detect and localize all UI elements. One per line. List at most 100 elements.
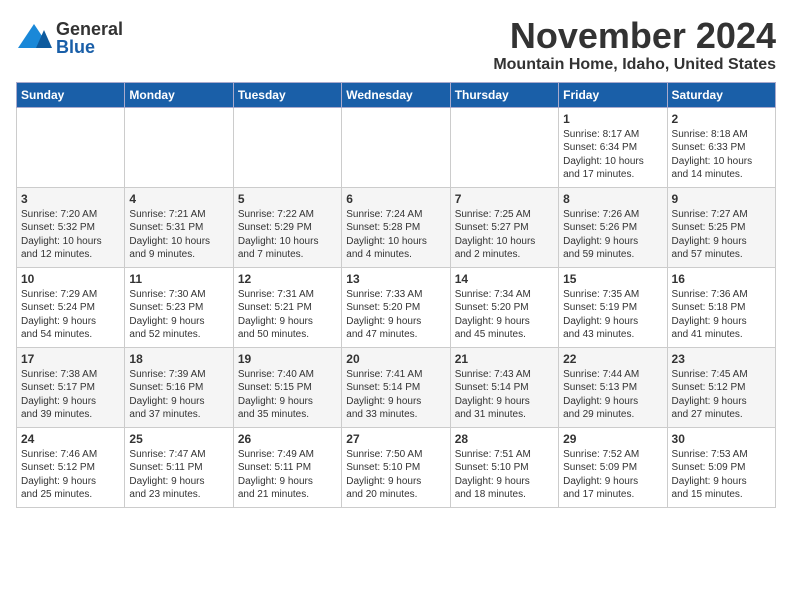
calendar-cell: 24 Sunrise: 7:46 AM Sunset: 5:12 PM Dayli… <box>17 427 125 507</box>
calendar-cell: 21 Sunrise: 7:43 AM Sunset: 5:14 PM Dayli… <box>450 347 558 427</box>
calendar-cell <box>125 107 233 187</box>
day-number: 19 <box>238 352 337 366</box>
header: General Blue November 2024 Mountain Home… <box>16 16 776 74</box>
calendar-cell <box>17 107 125 187</box>
calendar-cell: 18 Sunrise: 7:39 AM Sunset: 5:16 PM Dayli… <box>125 347 233 427</box>
day-number: 28 <box>455 432 554 446</box>
day-info: Sunrise: 7:24 AM Sunset: 5:28 PM Dayligh… <box>346 208 445 262</box>
calendar-cell <box>450 107 558 187</box>
day-info: Sunrise: 7:33 AM Sunset: 5:20 PM Dayligh… <box>346 288 445 342</box>
calendar-cell: 7 Sunrise: 7:25 AM Sunset: 5:27 PM Daylig… <box>450 187 558 267</box>
day-number: 14 <box>455 272 554 286</box>
day-info: Sunrise: 7:29 AM Sunset: 5:24 PM Dayligh… <box>21 288 120 342</box>
day-number: 8 <box>563 192 662 206</box>
day-info: Sunrise: 7:20 AM Sunset: 5:32 PM Dayligh… <box>21 208 120 262</box>
day-number: 2 <box>672 112 771 126</box>
day-number: 30 <box>672 432 771 446</box>
day-info: Sunrise: 7:51 AM Sunset: 5:10 PM Dayligh… <box>455 448 554 502</box>
day-info: Sunrise: 7:35 AM Sunset: 5:19 PM Dayligh… <box>563 288 662 342</box>
calendar-cell: 14 Sunrise: 7:34 AM Sunset: 5:20 PM Dayli… <box>450 267 558 347</box>
day-number: 18 <box>129 352 228 366</box>
calendar-cell: 30 Sunrise: 7:53 AM Sunset: 5:09 PM Dayli… <box>667 427 775 507</box>
day-number: 9 <box>672 192 771 206</box>
calendar-cell: 27 Sunrise: 7:50 AM Sunset: 5:10 PM Dayli… <box>342 427 450 507</box>
logo-text: General Blue <box>56 20 123 56</box>
calendar-cell: 9 Sunrise: 7:27 AM Sunset: 5:25 PM Daylig… <box>667 187 775 267</box>
day-info: Sunrise: 7:41 AM Sunset: 5:14 PM Dayligh… <box>346 368 445 422</box>
day-info: Sunrise: 7:21 AM Sunset: 5:31 PM Dayligh… <box>129 208 228 262</box>
day-number: 15 <box>563 272 662 286</box>
calendar-cell: 19 Sunrise: 7:40 AM Sunset: 5:15 PM Dayli… <box>233 347 341 427</box>
calendar-cell: 8 Sunrise: 7:26 AM Sunset: 5:26 PM Daylig… <box>559 187 667 267</box>
location-title: Mountain Home, Idaho, United States <box>493 56 776 74</box>
day-info: Sunrise: 7:44 AM Sunset: 5:13 PM Dayligh… <box>563 368 662 422</box>
day-info: Sunrise: 7:49 AM Sunset: 5:11 PM Dayligh… <box>238 448 337 502</box>
day-info: Sunrise: 7:25 AM Sunset: 5:27 PM Dayligh… <box>455 208 554 262</box>
day-number: 12 <box>238 272 337 286</box>
day-number: 13 <box>346 272 445 286</box>
day-info: Sunrise: 7:26 AM Sunset: 5:26 PM Dayligh… <box>563 208 662 262</box>
day-number: 1 <box>563 112 662 126</box>
day-info: Sunrise: 8:17 AM Sunset: 6:34 PM Dayligh… <box>563 128 662 182</box>
day-number: 6 <box>346 192 445 206</box>
calendar-cell: 16 Sunrise: 7:36 AM Sunset: 5:18 PM Dayli… <box>667 267 775 347</box>
day-info: Sunrise: 7:38 AM Sunset: 5:17 PM Dayligh… <box>21 368 120 422</box>
calendar-cell: 5Sunrise: 7:22 AM Sunset: 5:29 PM Daylig… <box>233 187 341 267</box>
day-info: Sunrise: 7:34 AM Sunset: 5:20 PM Dayligh… <box>455 288 554 342</box>
day-info: Sunrise: 7:27 AM Sunset: 5:25 PM Dayligh… <box>672 208 771 262</box>
day-info: Sunrise: 7:45 AM Sunset: 5:12 PM Dayligh… <box>672 368 771 422</box>
weekday-header-wednesday: Wednesday <box>342 82 450 107</box>
day-info: Sunrise: 7:40 AM Sunset: 5:15 PM Dayligh… <box>238 368 337 422</box>
day-number: 22 <box>563 352 662 366</box>
month-title: November 2024 <box>493 16 776 56</box>
weekday-header-tuesday: Tuesday <box>233 82 341 107</box>
calendar-cell: 2 Sunrise: 8:18 AM Sunset: 6:33 PM Daylig… <box>667 107 775 187</box>
day-number: 21 <box>455 352 554 366</box>
day-info: Sunrise: 7:31 AM Sunset: 5:21 PM Dayligh… <box>238 288 337 342</box>
day-info: Sunrise: 7:53 AM Sunset: 5:09 PM Dayligh… <box>672 448 771 502</box>
calendar-cell: 11Sunrise: 7:30 AM Sunset: 5:23 PM Dayli… <box>125 267 233 347</box>
day-number: 29 <box>563 432 662 446</box>
title-area: November 2024 Mountain Home, Idaho, Unit… <box>493 16 776 74</box>
calendar-cell: 20 Sunrise: 7:41 AM Sunset: 5:14 PM Dayli… <box>342 347 450 427</box>
day-info: Sunrise: 7:46 AM Sunset: 5:12 PM Dayligh… <box>21 448 120 502</box>
calendar-cell: 23 Sunrise: 7:45 AM Sunset: 5:12 PM Dayli… <box>667 347 775 427</box>
calendar-cell: 17 Sunrise: 7:38 AM Sunset: 5:17 PM Dayli… <box>17 347 125 427</box>
day-info: Sunrise: 7:52 AM Sunset: 5:09 PM Dayligh… <box>563 448 662 502</box>
calendar-table: SundayMondayTuesdayWednesdayThursdayFrid… <box>16 82 776 508</box>
day-number: 7 <box>455 192 554 206</box>
day-number: 16 <box>672 272 771 286</box>
day-number: 17 <box>21 352 120 366</box>
day-number: 25 <box>129 432 228 446</box>
calendar-cell: 4Sunrise: 7:21 AM Sunset: 5:31 PM Daylig… <box>125 187 233 267</box>
day-info: Sunrise: 7:36 AM Sunset: 5:18 PM Dayligh… <box>672 288 771 342</box>
calendar-cell: 28 Sunrise: 7:51 AM Sunset: 5:10 PM Dayli… <box>450 427 558 507</box>
day-number: 20 <box>346 352 445 366</box>
day-info: Sunrise: 7:43 AM Sunset: 5:14 PM Dayligh… <box>455 368 554 422</box>
logo: General Blue <box>16 20 123 56</box>
day-number: 3 <box>21 192 120 206</box>
day-info: Sunrise: 7:50 AM Sunset: 5:10 PM Dayligh… <box>346 448 445 502</box>
weekday-header-monday: Monday <box>125 82 233 107</box>
weekday-header-saturday: Saturday <box>667 82 775 107</box>
calendar-cell <box>342 107 450 187</box>
day-number: 26 <box>238 432 337 446</box>
day-info: Sunrise: 7:39 AM Sunset: 5:16 PM Dayligh… <box>129 368 228 422</box>
day-number: 27 <box>346 432 445 446</box>
day-number: 23 <box>672 352 771 366</box>
logo-icon <box>16 22 52 55</box>
day-number: 11 <box>129 272 228 286</box>
calendar-cell: 26 Sunrise: 7:49 AM Sunset: 5:11 PM Dayli… <box>233 427 341 507</box>
calendar-cell: 6 Sunrise: 7:24 AM Sunset: 5:28 PM Daylig… <box>342 187 450 267</box>
calendar-cell: 25 Sunrise: 7:47 AM Sunset: 5:11 PM Dayli… <box>125 427 233 507</box>
calendar-cell: 29 Sunrise: 7:52 AM Sunset: 5:09 PM Dayli… <box>559 427 667 507</box>
calendar-cell: 13 Sunrise: 7:33 AM Sunset: 5:20 PM Dayli… <box>342 267 450 347</box>
weekday-header-friday: Friday <box>559 82 667 107</box>
weekday-header-sunday: Sunday <box>17 82 125 107</box>
day-info: Sunrise: 7:22 AM Sunset: 5:29 PM Dayligh… <box>238 208 337 262</box>
day-number: 24 <box>21 432 120 446</box>
day-info: Sunrise: 8:18 AM Sunset: 6:33 PM Dayligh… <box>672 128 771 182</box>
calendar-cell: 3 Sunrise: 7:20 AM Sunset: 5:32 PM Daylig… <box>17 187 125 267</box>
calendar-cell: 12 Sunrise: 7:31 AM Sunset: 5:21 PM Dayli… <box>233 267 341 347</box>
day-info: Sunrise: 7:47 AM Sunset: 5:11 PM Dayligh… <box>129 448 228 502</box>
